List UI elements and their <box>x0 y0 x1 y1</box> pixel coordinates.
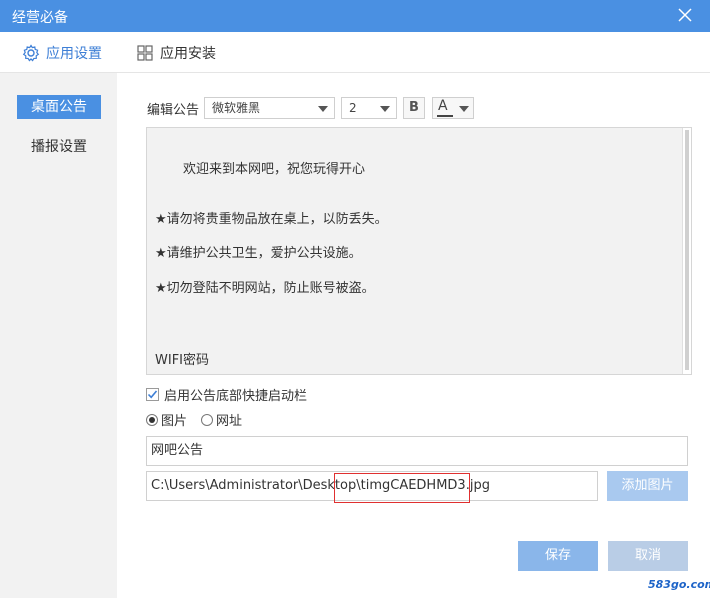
notice-title-field[interactable]: 网吧公告 <box>146 436 688 466</box>
grid-icon <box>137 45 153 61</box>
sidebar-item-broadcast-settings[interactable]: 播报设置 <box>17 135 101 159</box>
title-bar: 经营必备 <box>0 0 710 32</box>
image-path-field[interactable]: C:\Users\Administrator\Desktop\timgCAEDH… <box>146 471 598 501</box>
close-icon[interactable] <box>676 6 694 24</box>
radio-image-label: 图片 <box>161 414 188 429</box>
notice-editor[interactable]: 欢迎来到本网吧，祝您玩得开心 ★请勿将贵重物品放在桌上，以防丢失。 ★请维护公共… <box>146 127 692 375</box>
sidebar: 桌面公告 播报设置 <box>0 73 117 598</box>
sidebar-item-desktop-notice[interactable]: 桌面公告 <box>17 95 101 119</box>
radio-unchecked-icon[interactable] <box>201 413 214 426</box>
scrollbar-thumb[interactable] <box>685 130 689 370</box>
cancel-button[interactable]: 取消 <box>608 541 688 571</box>
gear-icon <box>22 44 40 62</box>
color-swatch <box>437 115 453 117</box>
notice-line: WIFI密码 <box>155 353 209 368</box>
notice-line: ★请勿将贵重物品放在桌上，以防丢失。 <box>155 212 388 227</box>
save-button[interactable]: 保存 <box>518 541 598 571</box>
radio-image[interactable]: 图片 <box>146 410 187 429</box>
tab-bar: 应用设置 应用安装 <box>0 32 710 73</box>
window-title: 经营必备 <box>12 10 68 26</box>
radio-url[interactable]: 网址 <box>201 410 242 429</box>
chevron-down-icon <box>318 106 328 112</box>
notice-line: ★切勿登陆不明网站，防止账号被盗。 <box>155 281 375 296</box>
font-select-value: 微软雅黑 <box>212 101 261 115</box>
notice-line: 欢迎来到本网吧，祝您玩得开心 <box>183 162 366 177</box>
font-color-icon: A <box>438 98 448 114</box>
quick-bar-checkbox[interactable]: 启用公告底部快捷启动栏 <box>146 385 307 404</box>
edit-notice-label: 编辑公告 <box>147 103 200 118</box>
editor-scrollbar[interactable] <box>682 128 691 374</box>
font-size-select[interactable]: 2 <box>341 97 397 119</box>
radio-checked-icon[interactable] <box>146 413 158 426</box>
radio-url-label: 网址 <box>216 414 243 429</box>
site-watermark: 583go.com <box>646 578 710 591</box>
main-panel: 编辑公告 微软雅黑 2 B A 欢迎来到本网吧，祝您玩得开心 ★请勿将贵重物品放… <box>117 73 710 598</box>
font-color-button[interactable]: A <box>432 97 474 119</box>
tab-app-install[interactable]: 应用安装 <box>136 42 216 64</box>
chevron-down-icon <box>380 106 390 112</box>
font-size-value: 2 <box>349 101 357 115</box>
source-radio-group: 图片 网址 <box>146 410 256 429</box>
tab-app-settings-label: 应用设置 <box>46 46 102 62</box>
chevron-down-icon <box>459 106 469 112</box>
tab-app-install-label: 应用安装 <box>160 46 216 62</box>
bold-button[interactable]: B <box>403 97 425 119</box>
checkbox-checked-icon[interactable] <box>146 388 159 401</box>
add-image-button[interactable]: 添加图片 <box>607 471 688 501</box>
font-select[interactable]: 微软雅黑 <box>204 97 335 119</box>
notice-line: ★请维护公共卫生，爱护公共设施。 <box>155 246 362 261</box>
quick-bar-label: 启用公告底部快捷启动栏 <box>164 389 308 404</box>
tab-app-settings[interactable]: 应用设置 <box>22 42 102 64</box>
